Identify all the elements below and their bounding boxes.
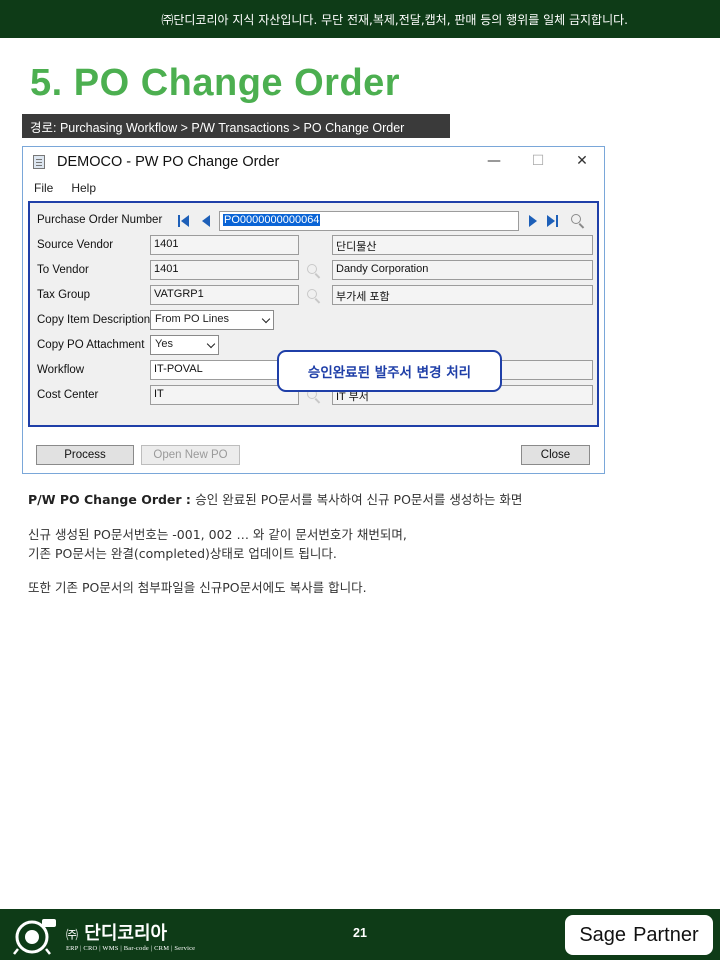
previous-record-icon[interactable] — [200, 213, 214, 229]
copy-item-desc-row: Copy Item Description From PO Lines — [30, 310, 597, 332]
next-record-icon[interactable] — [527, 213, 541, 229]
tax-group-name: 부가세 포함 — [332, 285, 593, 305]
cost-center-code[interactable]: IT — [150, 385, 299, 405]
page-title: 5. PO Change Order — [30, 62, 401, 104]
open-new-po-button[interactable]: Open New PO — [141, 445, 240, 465]
window-controls: — ☐ ✕ — [472, 147, 604, 175]
tax-group-row: Tax Group VATGRP1 부가세 포함 — [30, 285, 597, 307]
copy-item-desc-select[interactable]: From PO Lines — [150, 310, 274, 330]
chevron-down-icon — [206, 339, 216, 349]
po-lookup-search-icon[interactable] — [570, 213, 586, 229]
copy-po-attach-select[interactable]: Yes — [150, 335, 219, 355]
description-line-2: 신규 생성된 PO문서번호는 -001, 002 … 와 같이 문서번호가 채번… — [28, 527, 407, 542]
description-lead: P/W PO Change Order : — [28, 492, 196, 507]
copy-item-desc-label: Copy Item Description — [37, 314, 151, 326]
description-text-1: 승인 완료된 PO문서를 복사하여 신규 PO문서를 생성하는 화면 — [195, 492, 523, 507]
page-number: 21 — [353, 926, 367, 940]
breadcrumb-text: 경로: Purchasing Workflow > P/W Transactio… — [30, 120, 405, 135]
sage-partner-logo: Sage Partner — [565, 915, 713, 955]
last-record-icon[interactable] — [546, 213, 560, 229]
footer-bar: ㈜ 단디코리아 ERP | CRO | WMS | Bar-code | CRM… — [0, 909, 720, 960]
callout-annotation: 승인완료된 발주서 변경 처리 — [277, 350, 502, 392]
po-change-order-window: DEMOCO - PW PO Change Order — ☐ ✕ File H… — [22, 146, 605, 474]
process-button[interactable]: Process — [36, 445, 134, 465]
app-document-icon — [33, 155, 45, 169]
breadcrumb: 경로: Purchasing Workflow > P/W Transactio… — [22, 114, 450, 138]
copyright-notice: ㈜단디코리아 지식 자산입니다. 무단 전재,복제,전달,캡처, 판매 등의 행… — [161, 12, 628, 27]
copy-po-attach-value: Yes — [155, 338, 173, 350]
menu-bar: File Help — [23, 177, 604, 199]
first-record-icon[interactable] — [178, 213, 192, 229]
menu-file[interactable]: File — [34, 181, 53, 195]
company-services: ERP | CRO | WMS | Bar-code | CRM | Servi… — [66, 944, 196, 952]
company-name: ㈜ 단디코리아 — [66, 922, 168, 944]
window-title: DEMOCO - PW PO Change Order — [57, 154, 280, 170]
chevron-down-icon — [261, 314, 271, 324]
maximize-icon[interactable]: ☐ — [516, 147, 560, 175]
tax-group-label: Tax Group — [37, 289, 91, 301]
source-vendor-label: Source Vendor — [37, 239, 114, 251]
menu-help[interactable]: Help — [71, 181, 96, 195]
company-logo: ㈜ 단디코리아 ERP | CRO | WMS | Bar-code | CRM… — [12, 914, 195, 956]
workflow-label: Workflow — [37, 364, 85, 376]
source-vendor-row: Source Vendor 1401 단디물산 — [30, 235, 597, 257]
po-number-label: Purchase Order Number — [37, 214, 163, 226]
description-line-1: P/W PO Change Order : 승인 완료된 PO문서를 복사하여 … — [28, 490, 522, 509]
to-vendor-search-icon[interactable] — [306, 263, 322, 279]
po-change-form: Purchase Order Number PO0000000000064 So… — [28, 201, 599, 427]
dandi-logo-icon — [12, 915, 58, 955]
sage-brand: Sage — [579, 923, 627, 946]
source-vendor-code: 1401 — [150, 235, 299, 255]
close-icon[interactable]: ✕ — [560, 147, 604, 175]
to-vendor-name: Dandy Corporation — [332, 260, 593, 280]
minimize-icon[interactable]: — — [472, 147, 516, 175]
po-number-input[interactable]: PO0000000000064 — [219, 211, 519, 231]
po-number-row: Purchase Order Number PO0000000000064 — [30, 210, 597, 232]
tax-group-code[interactable]: VATGRP1 — [150, 285, 299, 305]
description-line-3: 기존 PO문서는 완결(completed)상태로 업데이트 됩니다. — [28, 546, 337, 561]
copyright-notice-bar: ㈜단디코리아 지식 자산입니다. 무단 전재,복제,전달,캡처, 판매 등의 행… — [0, 0, 720, 38]
tax-group-search-icon[interactable] — [306, 288, 322, 304]
copy-item-desc-value: From PO Lines — [155, 313, 229, 325]
copy-po-attach-label: Copy PO Attachment — [37, 339, 145, 351]
close-button[interactable]: Close — [521, 445, 590, 465]
to-vendor-code[interactable]: 1401 — [150, 260, 299, 280]
po-number-value: PO0000000000064 — [223, 214, 321, 226]
description-line-4: 또한 기존 PO문서의 첨부파일을 신규PO문서에도 복사를 합니다. — [28, 580, 367, 595]
to-vendor-row: To Vendor 1401 Dandy Corporation — [30, 260, 597, 282]
source-vendor-name: 단디물산 — [332, 235, 593, 255]
partner-word: Partner — [633, 923, 699, 946]
to-vendor-label: To Vendor — [37, 264, 89, 276]
cost-center-label: Cost Center — [37, 389, 99, 401]
